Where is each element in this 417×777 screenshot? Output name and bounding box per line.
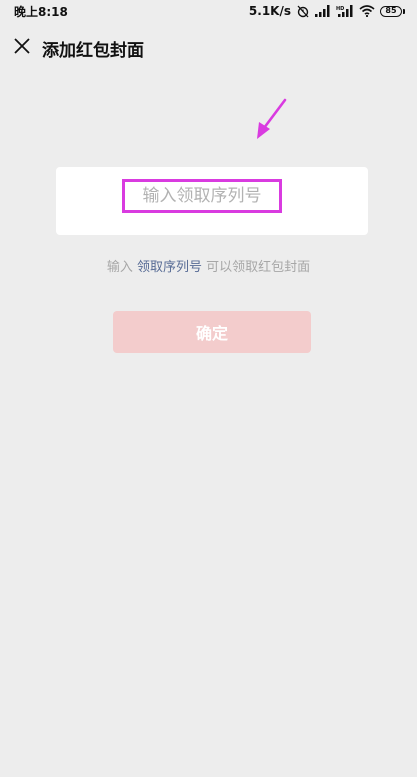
close-button[interactable] <box>2 28 42 68</box>
confirm-button[interactable]: 确定 <box>113 311 311 353</box>
svg-text:HD: HD <box>336 6 344 12</box>
hd-cellular-signal-icon: HD <box>336 5 354 17</box>
status-bar: 晚上8:18 5.1K/s HD 85 <box>0 0 417 22</box>
hint-text: 输入 领取序列号 可以领取红包封面 <box>0 256 417 275</box>
battery-level: 85 <box>380 5 402 17</box>
page-title: 添加红包封面 <box>42 40 144 61</box>
hint-suffix: 可以领取红包封面 <box>202 260 311 275</box>
alarm-off-icon <box>296 4 310 18</box>
annotation-arrow <box>257 98 287 139</box>
hint-prefix: 输入 <box>106 260 137 275</box>
status-time: 晚上8:18 <box>14 4 68 19</box>
serial-number-input[interactable] <box>122 179 282 213</box>
cellular-signal-icon <box>315 5 331 17</box>
close-icon <box>14 38 30 58</box>
wifi-icon <box>359 5 375 17</box>
nav-bar: 添加红包封面 <box>0 24 417 72</box>
network-speed: 5.1K/s <box>248 4 291 18</box>
serial-number-link[interactable]: 领取序列号 <box>137 260 202 275</box>
battery-icon: 85 <box>380 5 405 17</box>
status-indicators: 5.1K/s HD 85 <box>249 4 405 18</box>
